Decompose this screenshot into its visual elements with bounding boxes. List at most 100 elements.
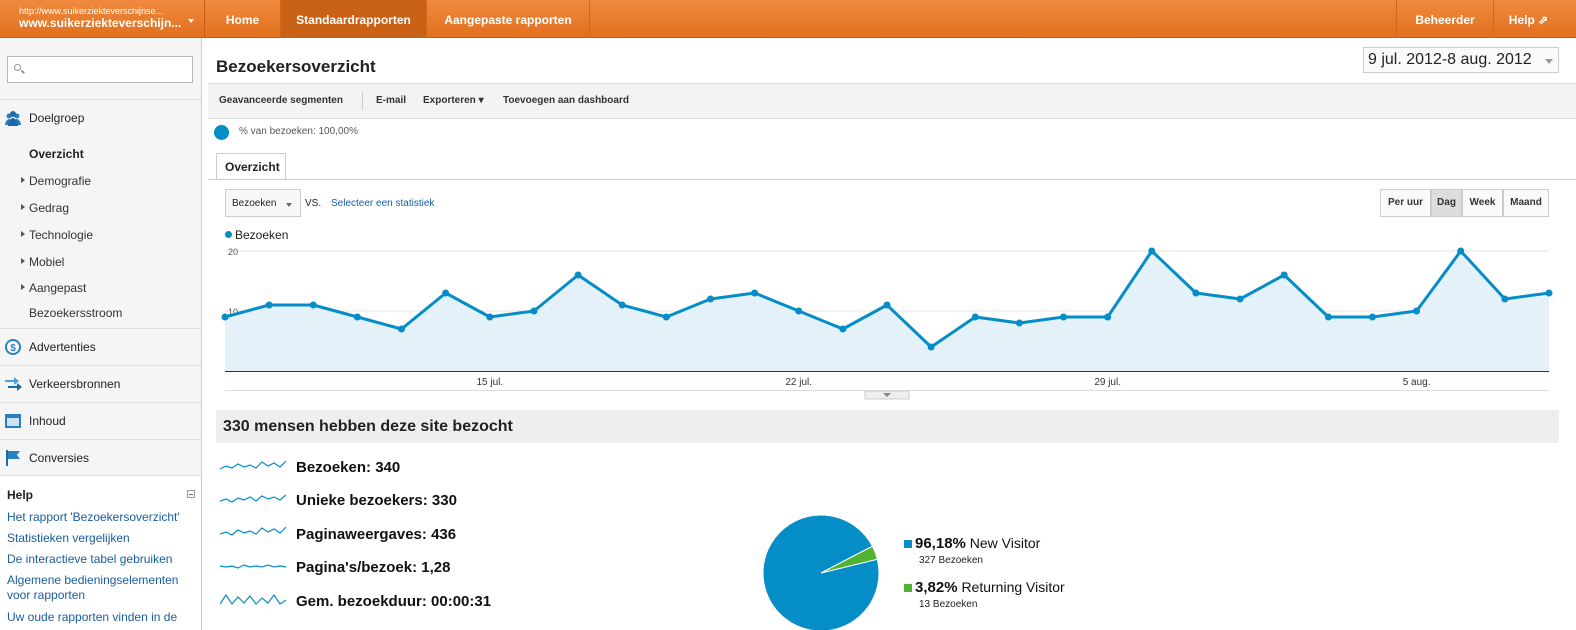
data-point[interactable]	[795, 307, 803, 315]
data-point[interactable]	[751, 289, 759, 297]
site-selector[interactable]: http://www.suikerziekteverschijnse... ww…	[0, 0, 205, 38]
data-point[interactable]	[1192, 289, 1200, 297]
sidebar-section-audience[interactable]: Doelgroep	[0, 99, 201, 136]
visits-line-chart[interactable]: 102015 jul. 22 jul. 29 jul. 5 aug.	[203, 243, 1576, 403]
sidebar-item-label: Gedrag	[29, 201, 70, 215]
data-point[interactable]	[1324, 313, 1332, 321]
pie-legend-name: Returning Visitor	[961, 579, 1065, 595]
data-point[interactable]	[1104, 313, 1112, 321]
legend-swatch	[904, 540, 912, 548]
sidebar-item-behavior[interactable]: Gedrag	[21, 201, 70, 215]
data-point[interactable]	[883, 301, 891, 309]
pie-legend-name: New Visitor	[969, 535, 1041, 551]
expand-arrow-icon	[21, 204, 25, 210]
data-point[interactable]	[442, 289, 450, 297]
y-tick-label: 20	[228, 247, 238, 257]
report-search-input[interactable]	[7, 56, 193, 83]
visitor-type-pie-chart[interactable]	[761, 513, 881, 630]
data-point[interactable]	[530, 307, 538, 315]
sidebar-section-traffic-sources[interactable]: Verkeersbronnen	[0, 365, 201, 402]
report-main: Bezoekersoverzicht 9 jul. 2012-8 aug. 20…	[203, 38, 1576, 630]
segment-info: % van bezoeken: 100,00%	[214, 125, 358, 140]
people-icon	[5, 111, 21, 126]
data-point[interactable]	[1368, 313, 1376, 321]
data-point[interactable]	[1280, 271, 1288, 279]
data-point[interactable]	[486, 313, 494, 321]
help-link[interactable]: Algemene bedieningselementen voor rappor…	[7, 573, 197, 603]
data-point[interactable]	[574, 271, 582, 279]
data-point[interactable]	[398, 325, 406, 333]
sidebar-item-technology[interactable]: Technologie	[21, 228, 94, 242]
data-point[interactable]	[706, 295, 714, 303]
site-url: http://www.suikerziekteverschijnse...	[19, 6, 164, 16]
nav-tab-custom-reports[interactable]: Aangepaste rapporten	[427, 0, 590, 38]
sidebar-item-overview[interactable]: Overzicht	[29, 147, 84, 161]
nav-tab-home[interactable]: Home	[205, 0, 281, 38]
data-point[interactable]	[927, 343, 935, 351]
sidebar-item-label: Technologie	[29, 228, 94, 242]
add-to-dashboard-button[interactable]: Toevoegen aan dashboard	[503, 95, 629, 106]
data-point[interactable]	[1413, 307, 1421, 315]
vs-label: VS.	[305, 198, 322, 209]
data-point[interactable]	[1457, 247, 1465, 255]
summary-bar: 330 mensen hebben deze site bezocht	[216, 410, 1559, 443]
data-point[interactable]	[353, 313, 361, 321]
sidebar-item-mobile[interactable]: Mobiel	[21, 255, 64, 269]
x-tick-label: 29 jul.	[1094, 377, 1121, 388]
sidebar-section-content[interactable]: Inhoud	[0, 402, 201, 439]
dollar-icon: $	[5, 339, 21, 355]
sidebar-item-visitors-flow[interactable]: Bezoekersstroom	[29, 306, 122, 320]
chevron-down-icon	[1545, 59, 1553, 64]
data-point[interactable]	[1501, 295, 1509, 303]
collapse-icon[interactable]	[187, 490, 195, 498]
traffic-arrows-icon	[5, 377, 22, 391]
select-statistic-link[interactable]: Selecteer een statistiek	[331, 198, 434, 209]
data-point[interactable]	[618, 301, 626, 309]
metric-select-value: Bezoeken	[232, 198, 277, 209]
toolbar-divider	[362, 92, 363, 110]
sidebar-item-custom[interactable]: Aangepast	[21, 281, 87, 295]
help-link[interactable]: De interactieve tabel gebruiken	[7, 552, 197, 567]
granularity-month-button[interactable]: Maand	[1503, 189, 1549, 217]
sidebar-item-demographics[interactable]: Demografie	[21, 174, 91, 188]
sparkline-icon	[220, 494, 286, 503]
help-link[interactable]: Het rapport 'Bezoekersoverzicht'	[7, 510, 197, 525]
help-link[interactable]: Statistieken vergelijken	[7, 531, 197, 546]
sidebar-section-conversions[interactable]: Conversies	[0, 439, 201, 476]
granularity-day-button[interactable]: Dag	[1431, 189, 1462, 217]
data-point[interactable]	[1060, 313, 1068, 321]
admin-link[interactable]: Beheerder	[1396, 0, 1493, 38]
data-point[interactable]	[839, 325, 847, 333]
data-point[interactable]	[1545, 289, 1553, 297]
sidebar-section-label: Conversies	[29, 451, 90, 465]
data-point[interactable]	[1236, 295, 1244, 303]
page-title: Bezoekersoverzicht	[216, 57, 376, 76]
email-button[interactable]: E-mail	[376, 95, 406, 106]
help-link[interactable]: Help ⇗	[1493, 0, 1563, 38]
help-link[interactable]: Uw oude rapporten vinden in de	[7, 610, 197, 625]
tab-overview[interactable]: Overzicht	[216, 153, 286, 180]
data-point[interactable]	[309, 301, 317, 309]
svg-text:$: $	[10, 343, 16, 354]
sidebar-section-advertising[interactable]: $ Advertenties	[0, 328, 201, 365]
data-point[interactable]	[662, 313, 670, 321]
flag-icon	[6, 450, 20, 466]
granularity-hour-button[interactable]: Per uur	[1380, 189, 1431, 217]
data-point[interactable]	[265, 301, 273, 309]
sidebar-section-label: Advertenties	[29, 340, 96, 354]
date-range-picker[interactable]: 9 jul. 2012-8 aug. 2012	[1363, 47, 1559, 73]
expand-arrow-icon	[21, 231, 25, 237]
data-point[interactable]	[1015, 319, 1023, 327]
metric-select[interactable]: Bezoeken	[225, 189, 301, 217]
granularity-week-button[interactable]: Week	[1462, 189, 1503, 217]
sparkline-icon	[220, 526, 286, 536]
nav-tab-standard-reports[interactable]: Standaardrapporten	[281, 0, 427, 38]
export-button[interactable]: Exporteren ▾	[423, 95, 484, 106]
data-point[interactable]	[221, 313, 229, 321]
data-point[interactable]	[971, 313, 979, 321]
advanced-segments-button[interactable]: Geavanceerde segmenten	[219, 95, 343, 106]
help-panel: Help Het rapport 'Bezoekersoverzicht' St…	[0, 475, 201, 630]
data-point[interactable]	[1148, 247, 1156, 255]
sidebar-item-label: Aangepast	[29, 281, 87, 295]
metric-label: Unieke bezoekers: 330	[296, 492, 457, 509]
